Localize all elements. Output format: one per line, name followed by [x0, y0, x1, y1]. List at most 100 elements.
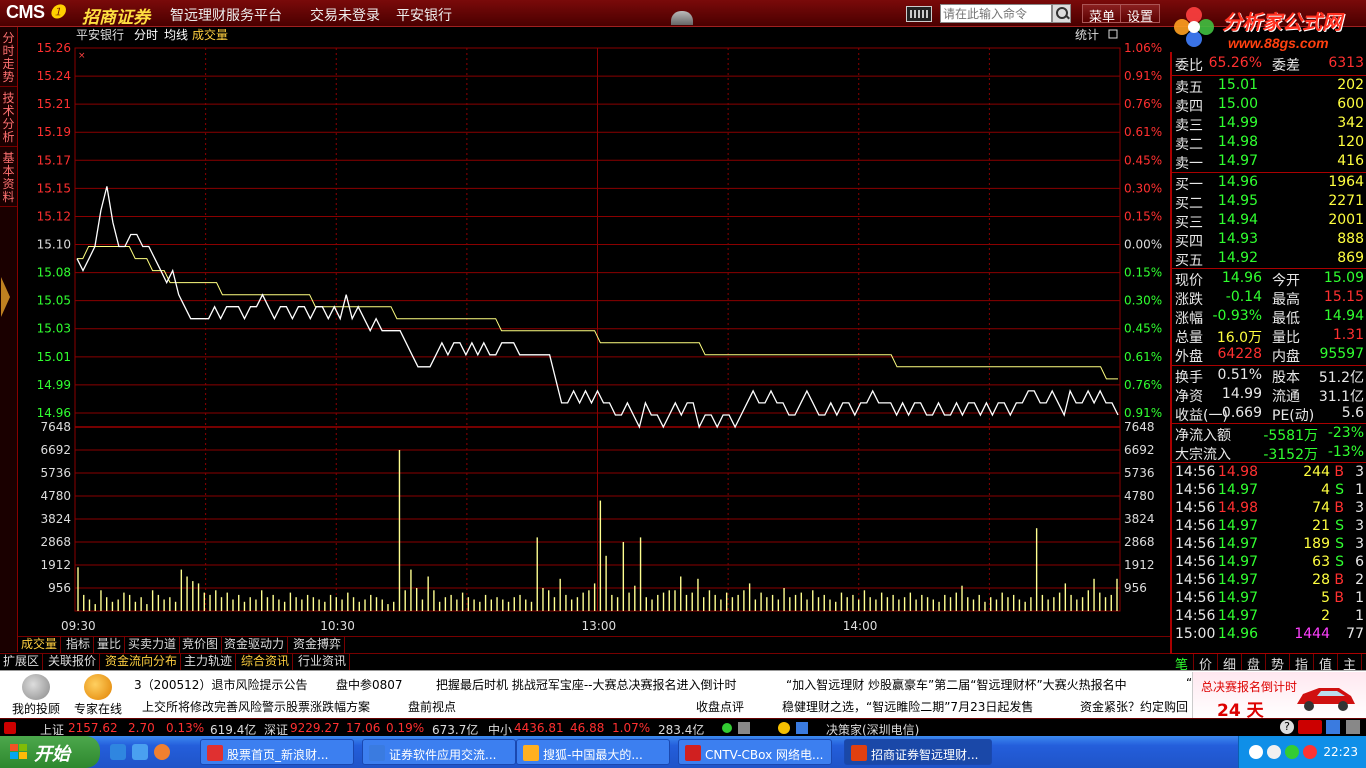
drawer-toggle-icon[interactable] — [671, 11, 693, 25]
tab-fundamentals[interactable]: 基本资料 — [0, 149, 17, 207]
command-input[interactable] — [940, 4, 1052, 23]
ie-quicklaunch-icon[interactable] — [110, 744, 126, 760]
network-icon[interactable] — [1285, 745, 1299, 759]
window-icon[interactable] — [1346, 720, 1360, 734]
bid-row: 买三 14.94 2001 — [1174, 211, 1366, 231]
expand-arrow-icon[interactable] — [1, 277, 10, 317]
extension-tab[interactable]: 综合资讯 — [238, 654, 294, 670]
news-link[interactable]: 盘前视点 — [408, 698, 456, 715]
my-advisor-button[interactable]: 我的投顾 — [4, 672, 64, 718]
tray-arrow-icon[interactable] — [1249, 745, 1263, 759]
browser-quicklaunch-icon[interactable] — [132, 744, 148, 760]
ask-price: 15.00 — [1217, 96, 1258, 112]
cms-logo: CMS ❶ — [6, 2, 65, 22]
bid-row: 买一 14.96 1964 — [1174, 173, 1366, 193]
stats-link[interactable]: 统计 — [1075, 28, 1099, 42]
tab-technical[interactable]: 技术分析 — [0, 89, 17, 147]
news-link[interactable]: 盘中参0807 — [336, 676, 403, 693]
percent-tick-label: 0.00% — [1124, 238, 1162, 252]
chart-stock-name: 平安银行 — [76, 27, 124, 42]
price-tick-label: 15.17 — [37, 153, 71, 167]
quote-stat-row: 涨幅 -0.93% 最低 14.94 — [1174, 307, 1366, 327]
news-link[interactable]: 上交所将修改完善风险警示股票涨跌幅方案 — [142, 698, 370, 715]
news-link[interactable]: 资金紧张？约定购回 — [1080, 698, 1188, 715]
percent-tick-label: 0.91% — [1124, 69, 1162, 83]
settings-button[interactable]: 设置 — [1120, 4, 1161, 25]
status-icon[interactable] — [4, 722, 16, 734]
tick-side: S — [1335, 518, 1344, 534]
tick-price: 14.98 — [1217, 464, 1258, 480]
intraday-chart: 15.26 1.06% 15.24 0.91% 15.21 0.76% 15.19 0.61%… — [37, 27, 1162, 633]
bid-price: 14.92 — [1217, 250, 1258, 266]
ask-label: 卖五 — [1175, 80, 1203, 96]
tick-volume: 1444 — [1294, 626, 1330, 642]
volume-tick-label: 5736 — [40, 466, 71, 480]
chat-icon[interactable] — [1326, 720, 1340, 734]
indicator-tab[interactable]: 指标 — [63, 637, 95, 653]
extension-tab[interactable]: 关联报价 — [45, 654, 101, 670]
speaker-icon[interactable] — [1267, 745, 1281, 759]
stat-value-2: 15.15 — [1323, 289, 1364, 305]
windows-logo-icon — [10, 744, 27, 759]
menu-button[interactable]: 菜单 — [1082, 4, 1123, 25]
time-tick-label: 13:00 — [582, 619, 617, 633]
indicator-tab[interactable]: 量比 — [94, 637, 126, 653]
extension-tab[interactable]: 扩展区 — [0, 654, 44, 670]
flow-row: 净流入额 -5581万 -23% — [1174, 424, 1366, 444]
promo-banner[interactable]: 总决赛报名倒计时 24 天 — [1192, 672, 1366, 721]
taskbar-item[interactable]: 证券软件应用交流... — [362, 739, 516, 765]
time-tick-label: 09:30 — [61, 619, 96, 633]
taskbar-item[interactable]: 搜狐-中国最大的... — [516, 739, 670, 765]
promo-title: 总决赛报名倒计时 — [1201, 680, 1298, 694]
tick-price: 14.97 — [1217, 482, 1258, 498]
extension-tab[interactable]: 行业资讯 — [295, 654, 351, 670]
tick-price: 14.96 — [1217, 626, 1258, 642]
indicator-tab[interactable]: 成交量 — [18, 637, 62, 653]
tick-volume: 28 — [1312, 572, 1330, 588]
ask-label: 卖三 — [1175, 118, 1203, 134]
news-link[interactable]: 3（200512）退市风险提示公告 — [134, 676, 307, 693]
flow-pct: -13% — [1327, 444, 1364, 460]
indicator-tab[interactable]: 资金驱动力 — [221, 637, 289, 653]
stats-box-icon[interactable] — [1108, 29, 1118, 39]
media-quicklaunch-icon[interactable] — [154, 744, 170, 760]
mail-icon[interactable] — [1298, 720, 1322, 734]
alert-icon[interactable] — [778, 722, 790, 734]
indicator-tab[interactable]: 竞价图 — [179, 637, 223, 653]
ask-row: 卖三 14.99 342 — [1174, 114, 1366, 134]
search-icon[interactable] — [1052, 4, 1071, 23]
info-icon[interactable] — [796, 722, 808, 734]
quote-stat-row: 外盘 64228 内盘 95597 — [1174, 345, 1366, 365]
taskbar-item[interactable]: 股票首页_新浪财... — [200, 739, 354, 765]
login-status-link[interactable]: 交易未登录 — [310, 5, 380, 25]
help-icon[interactable]: ? — [1280, 720, 1294, 734]
volume-tick-label: 1912 — [40, 558, 71, 572]
indicator-tab[interactable]: 买卖力道 — [125, 637, 181, 653]
sz-change: 17.06 — [346, 721, 381, 735]
tick-time: 14:56 — [1175, 590, 1216, 606]
security-icon[interactable] — [1303, 745, 1317, 759]
clock: 22:23 — [1323, 745, 1358, 759]
expert-online-button[interactable]: 专家在线 — [66, 672, 130, 718]
extension-tab[interactable]: 资金流向分布 — [102, 654, 182, 670]
taskbar-item[interactable]: CNTV-CBox 网络电... — [678, 739, 832, 765]
news-link[interactable]: 收盘点评 — [696, 698, 744, 715]
indicator-tab[interactable]: 资金搏弈 — [290, 637, 346, 653]
tick-time: 14:56 — [1175, 608, 1216, 624]
bid-volume: 869 — [1337, 250, 1364, 266]
ask-volume: 600 — [1337, 96, 1364, 112]
flow-value: -3152万 — [1263, 447, 1318, 463]
news-link[interactable]: 把握最后时机 挑战冠军宝座--大赛总决赛报名进入倒计时 — [436, 676, 736, 693]
weibi-value: 65.26% — [1208, 55, 1262, 71]
taskbar-item[interactable]: 招商证券智远理财... — [844, 739, 992, 765]
extension-tab[interactable]: 主力轨迹 — [181, 654, 237, 670]
news-link[interactable]: “加入智远理财 炒股赢豪车”第二届“智远理财杯”大赛火热报名中 — [786, 676, 1127, 693]
volume-tick-label-right: 3824 — [1124, 512, 1155, 526]
volume-tick-label: 7648 — [40, 420, 71, 434]
volume-tick-label-right: 5736 — [1124, 466, 1155, 480]
news-link[interactable]: 稳健理财之选，“智远睢险二期”7月23日起发售 — [782, 698, 1033, 715]
stat-value-2: 95597 — [1319, 346, 1364, 362]
tab-intraday[interactable]: 分时走势 — [0, 29, 17, 87]
keyboard-icon[interactable] — [906, 6, 932, 22]
tick-price: 14.98 — [1217, 500, 1258, 516]
